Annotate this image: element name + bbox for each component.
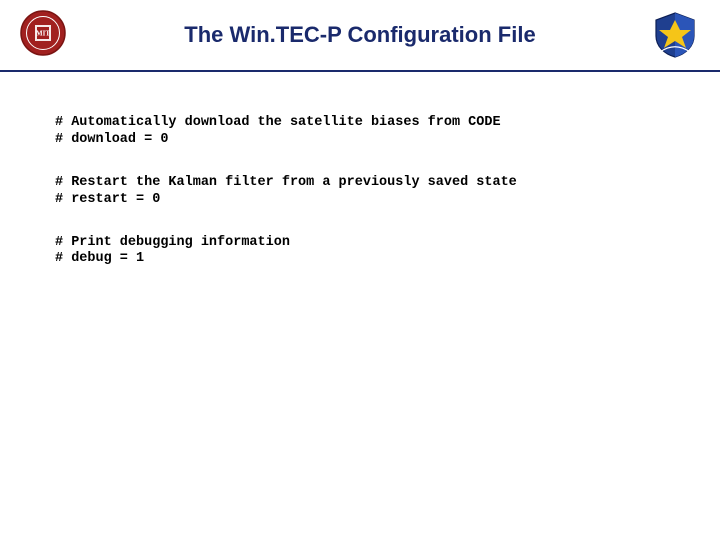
config-block-debug: # Print debugging information # debug = … bbox=[55, 235, 680, 269]
code-line: # download = 0 bbox=[55, 132, 168, 147]
code-line: # Restart the Kalman filter from a previ… bbox=[55, 175, 517, 190]
slide-body: # Automatically download the satellite b… bbox=[55, 115, 680, 294]
code-line: # Print debugging information bbox=[55, 235, 290, 250]
slide-title: The Win.TEC-P Configuration File bbox=[0, 22, 720, 48]
slide: MIT The Win.TEC-P Configuration File # A… bbox=[0, 0, 720, 540]
config-block-download: # Automatically download the satellite b… bbox=[55, 115, 680, 149]
code-line: # debug = 1 bbox=[55, 251, 144, 266]
config-block-restart: # Restart the Kalman filter from a previ… bbox=[55, 175, 680, 209]
code-line: # restart = 0 bbox=[55, 192, 160, 207]
code-line: # Automatically download the satellite b… bbox=[55, 115, 501, 130]
slide-header: MIT The Win.TEC-P Configuration File bbox=[0, 0, 720, 72]
air-force-shield-icon bbox=[650, 10, 700, 60]
